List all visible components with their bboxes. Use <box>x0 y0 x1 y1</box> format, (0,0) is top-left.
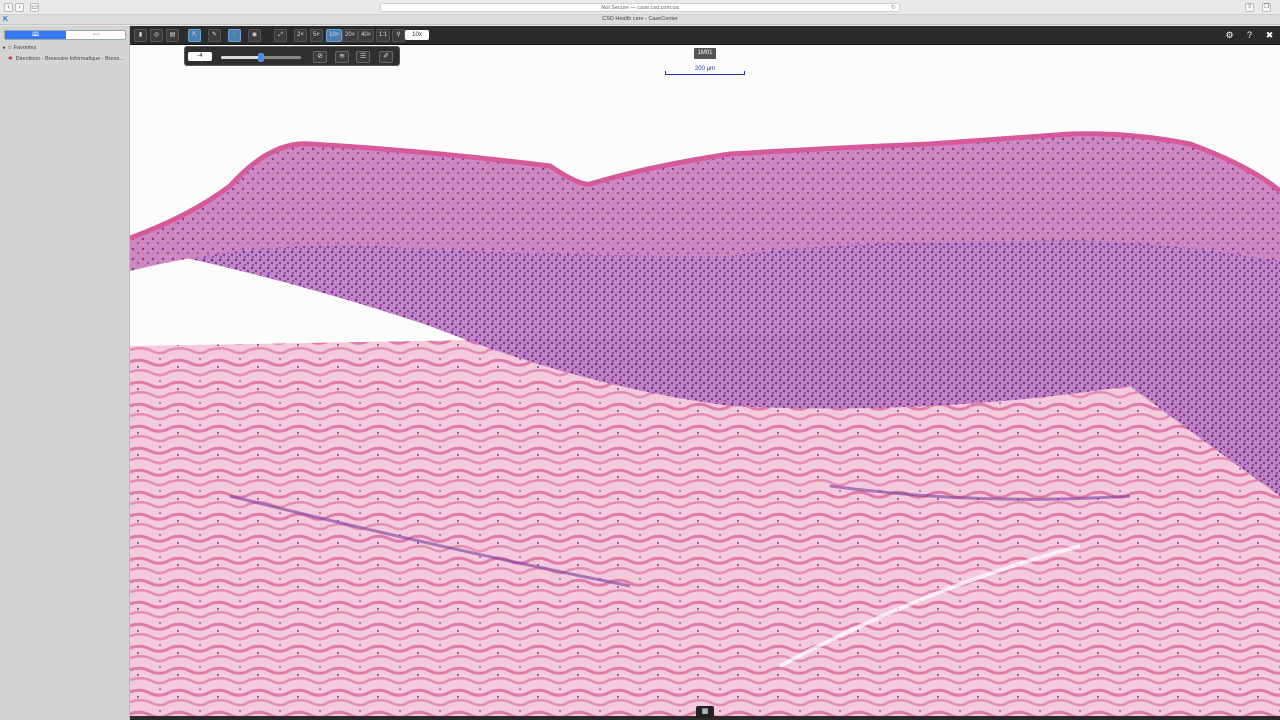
sidebar-segmented-control: 🕮 ○○ <box>4 30 126 40</box>
thumbnail-icon[interactable]: ▤ <box>166 29 179 42</box>
scale-bar-tick-right <box>744 71 745 75</box>
tab-strip: K CSD Health care - CaseCenter <box>0 15 1280 25</box>
address-text: Not Secure — case.csd.com.ua <box>601 5 679 11</box>
scale-bar: 200 µm <box>665 66 745 76</box>
reading-list-tab[interactable]: ○○ <box>66 31 126 39</box>
image-adjust-panel: -4 ⊘ ≋ ☰ ✐ <box>184 46 400 66</box>
favorite-link[interactable]: ✱ Directions - Bressuire Informatique - B… <box>8 56 126 62</box>
bookmarks-tab[interactable]: 🕮 <box>5 31 66 39</box>
zoom-search-icon[interactable]: ⚲ <box>392 29 405 42</box>
settings-icon[interactable]: ⚙ <box>1223 29 1236 42</box>
zoom-5x-button[interactable]: 5× <box>310 29 323 42</box>
zoom-40x-button[interactable]: 40× <box>358 29 375 42</box>
thumbnail-drawer-handle[interactable]: ▦ <box>696 706 714 718</box>
favorites-label: Favorites <box>13 45 37 51</box>
disclosure-icon[interactable]: ▸ ☆ <box>3 45 14 51</box>
zoom-10x-button[interactable]: 10× <box>326 29 343 42</box>
bookmarks-sidebar: 🕮 ○○ ▸ ☆ Favorites ✱ Directions - Bressui… <box>0 26 130 720</box>
slide-label: 1M01 <box>694 48 716 59</box>
viewer-toolbar: ▮ ◎ ▤ ⇱ ✎ ◌ ◉ ⤢ 2× 5× 10× 20× 40× 1:1 ⚲ … <box>130 26 1280 45</box>
sidebar-toggle-icon[interactable]: ▭ <box>30 3 39 12</box>
scale-bar-label: 200 µm <box>694 66 716 72</box>
adjust-value-input[interactable]: -4 <box>188 52 212 61</box>
reload-icon[interactable]: ↻ <box>891 4 896 12</box>
layers-icon[interactable]: ≋ <box>335 51 349 63</box>
annotate-tool-icon[interactable]: ✎ <box>208 29 221 42</box>
adjust-slider-knob[interactable] <box>258 53 264 62</box>
zoom-level-input[interactable]: 10x <box>405 30 429 40</box>
close-icon[interactable]: ✖ <box>1263 29 1276 42</box>
image-adjust-icon[interactable]: ◌ <box>228 29 241 42</box>
reset-adjust-icon[interactable]: ⊘ <box>313 51 327 63</box>
filters-icon[interactable]: ☰ <box>356 51 370 63</box>
pointer-tool-icon[interactable]: ⇱ <box>188 29 201 42</box>
scale-bar-line <box>665 74 745 75</box>
share-icon[interactable]: ⇧ <box>1245 3 1254 12</box>
zoom-2x-button[interactable]: 2× <box>294 29 307 42</box>
slide-viewer[interactable]: ▮ ◎ ▤ ⇱ ✎ ◌ ◉ ⤢ 2× 5× 10× 20× 40× 1:1 ⚲ … <box>130 26 1280 720</box>
favorite-link-label: Directions - Bressuire Informatique - Br… <box>15 56 124 62</box>
tabs-overview-icon[interactable]: ❐ <box>1262 3 1271 12</box>
navigate-icon[interactable]: ◎ <box>150 29 163 42</box>
adjust-slider-fill <box>221 56 261 59</box>
snapshot-icon[interactable]: ◉ <box>248 29 261 42</box>
scale-bar-tick-left <box>665 71 666 75</box>
zoom-20x-button[interactable]: 20× <box>342 29 359 42</box>
page-title: CSD Health care - CaseCenter <box>602 16 678 22</box>
browser-toolbar: ‹ › ▭ Not Secure — case.csd.com.ua ↻ ⇧ ❐ <box>0 0 1280 15</box>
forward-button[interactable]: › <box>15 3 24 12</box>
bookmark-icon: ✱ <box>8 56 13 62</box>
back-button[interactable]: ‹ <box>4 3 13 12</box>
fit-screen-icon[interactable]: ⤢ <box>274 29 287 42</box>
ratio-1-1-button[interactable]: 1:1 <box>376 29 391 42</box>
pin-icon[interactable]: ✐ <box>379 51 393 63</box>
favorites-folder[interactable]: ▸ ☆ Favorites <box>3 45 36 51</box>
adjust-slider[interactable] <box>221 53 301 62</box>
help-icon[interactable]: ? <box>1243 29 1256 42</box>
address-bar[interactable]: Not Secure — case.csd.com.ua ↻ <box>380 3 900 12</box>
histology-slide-image[interactable] <box>130 26 1280 720</box>
toggle-panel-icon[interactable]: ▮ <box>134 29 147 42</box>
